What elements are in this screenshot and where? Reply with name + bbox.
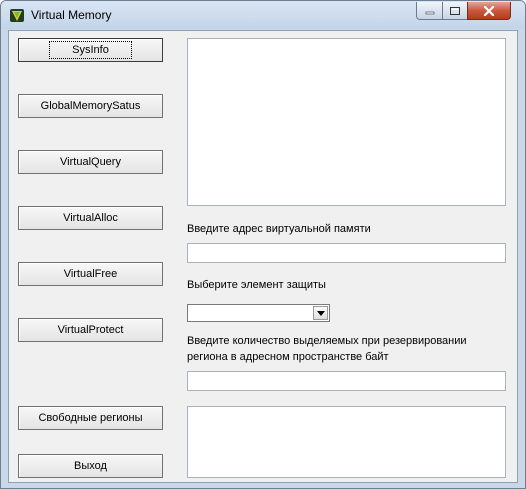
virtual-free-button[interactable]: VirtualFree	[18, 262, 163, 286]
global-memory-status-label: GlobalMemorySatus	[40, 100, 141, 112]
protection-dropdown-button[interactable]	[313, 306, 328, 320]
protection-select[interactable]	[187, 304, 330, 322]
bytes-label-line2: региона в адресном пространстве байт	[187, 351, 389, 363]
virtual-free-label: VirtualFree	[63, 268, 118, 280]
virtual-query-label: VirtualQuery	[60, 156, 121, 168]
address-input[interactable]	[187, 243, 506, 263]
maximize-button[interactable]	[442, 2, 468, 20]
main-window: Virtual Memory SysInfo GlobalMemorySatus	[0, 0, 526, 489]
free-regions-button[interactable]: Свободные регионы	[18, 406, 163, 430]
bytes-label-line1: Введите количество выделяемых при резерв…	[187, 335, 467, 347]
global-memory-status-button[interactable]: GlobalMemorySatus	[18, 94, 163, 118]
chevron-down-icon	[316, 310, 325, 316]
virtual-alloc-button[interactable]: VirtualAlloc	[18, 206, 163, 230]
minimize-icon	[425, 11, 434, 14]
minimize-button[interactable]	[416, 2, 443, 20]
output-textarea[interactable]	[187, 38, 506, 206]
virtual-query-button[interactable]: VirtualQuery	[18, 150, 163, 174]
protection-label: Выберите элемент защиты	[187, 279, 326, 291]
regions-textarea[interactable]	[187, 406, 506, 478]
free-regions-label: Свободные регионы	[38, 412, 143, 424]
close-button[interactable]	[467, 2, 511, 20]
app-logo-icon	[10, 9, 24, 22]
maximize-icon	[450, 6, 460, 15]
title-bar[interactable]: Virtual Memory	[1, 1, 525, 29]
sysinfo-button[interactable]: SysInfo	[18, 38, 163, 62]
sysinfo-button-label: SysInfo	[49, 41, 132, 59]
virtual-protect-button[interactable]: VirtualProtect	[18, 318, 163, 342]
address-label: Введите адрес виртуальной памяти	[187, 223, 371, 235]
virtual-alloc-label: VirtualAlloc	[63, 212, 118, 224]
window-title: Virtual Memory	[31, 8, 112, 22]
client-area: SysInfo GlobalMemorySatus VirtualQuery V…	[8, 30, 518, 483]
bytes-input[interactable]	[187, 371, 506, 391]
exit-label: Выход	[74, 460, 107, 472]
close-icon	[483, 5, 495, 16]
virtual-protect-label: VirtualProtect	[57, 324, 124, 336]
exit-button[interactable]: Выход	[18, 454, 163, 478]
